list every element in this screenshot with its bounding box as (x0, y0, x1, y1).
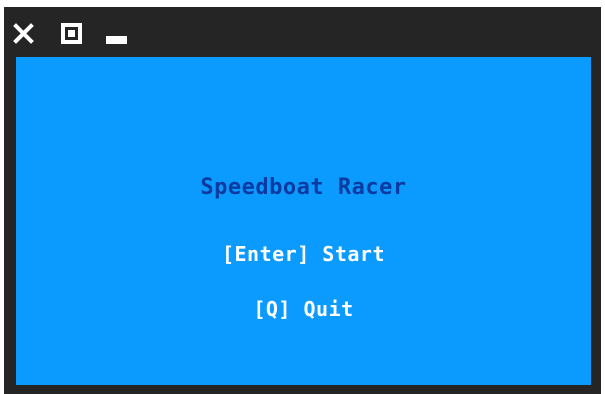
game-window: Speedboat Racer [Enter] Start [Q] Quit (4, 7, 601, 394)
quit-menu-item[interactable]: [Q] Quit (16, 297, 591, 321)
window-titlebar (4, 7, 601, 55)
start-menu-item[interactable]: [Enter] Start (16, 242, 591, 266)
game-title: Speedboat Racer (200, 175, 407, 200)
maximize-icon (61, 23, 82, 44)
close-icon (12, 22, 35, 45)
game-screen: Speedboat Racer [Enter] Start [Q] Quit (16, 57, 591, 385)
minimize-icon (106, 36, 127, 44)
maximize-button[interactable] (60, 22, 83, 45)
minimize-button[interactable] (105, 22, 128, 45)
close-button[interactable] (12, 22, 35, 45)
